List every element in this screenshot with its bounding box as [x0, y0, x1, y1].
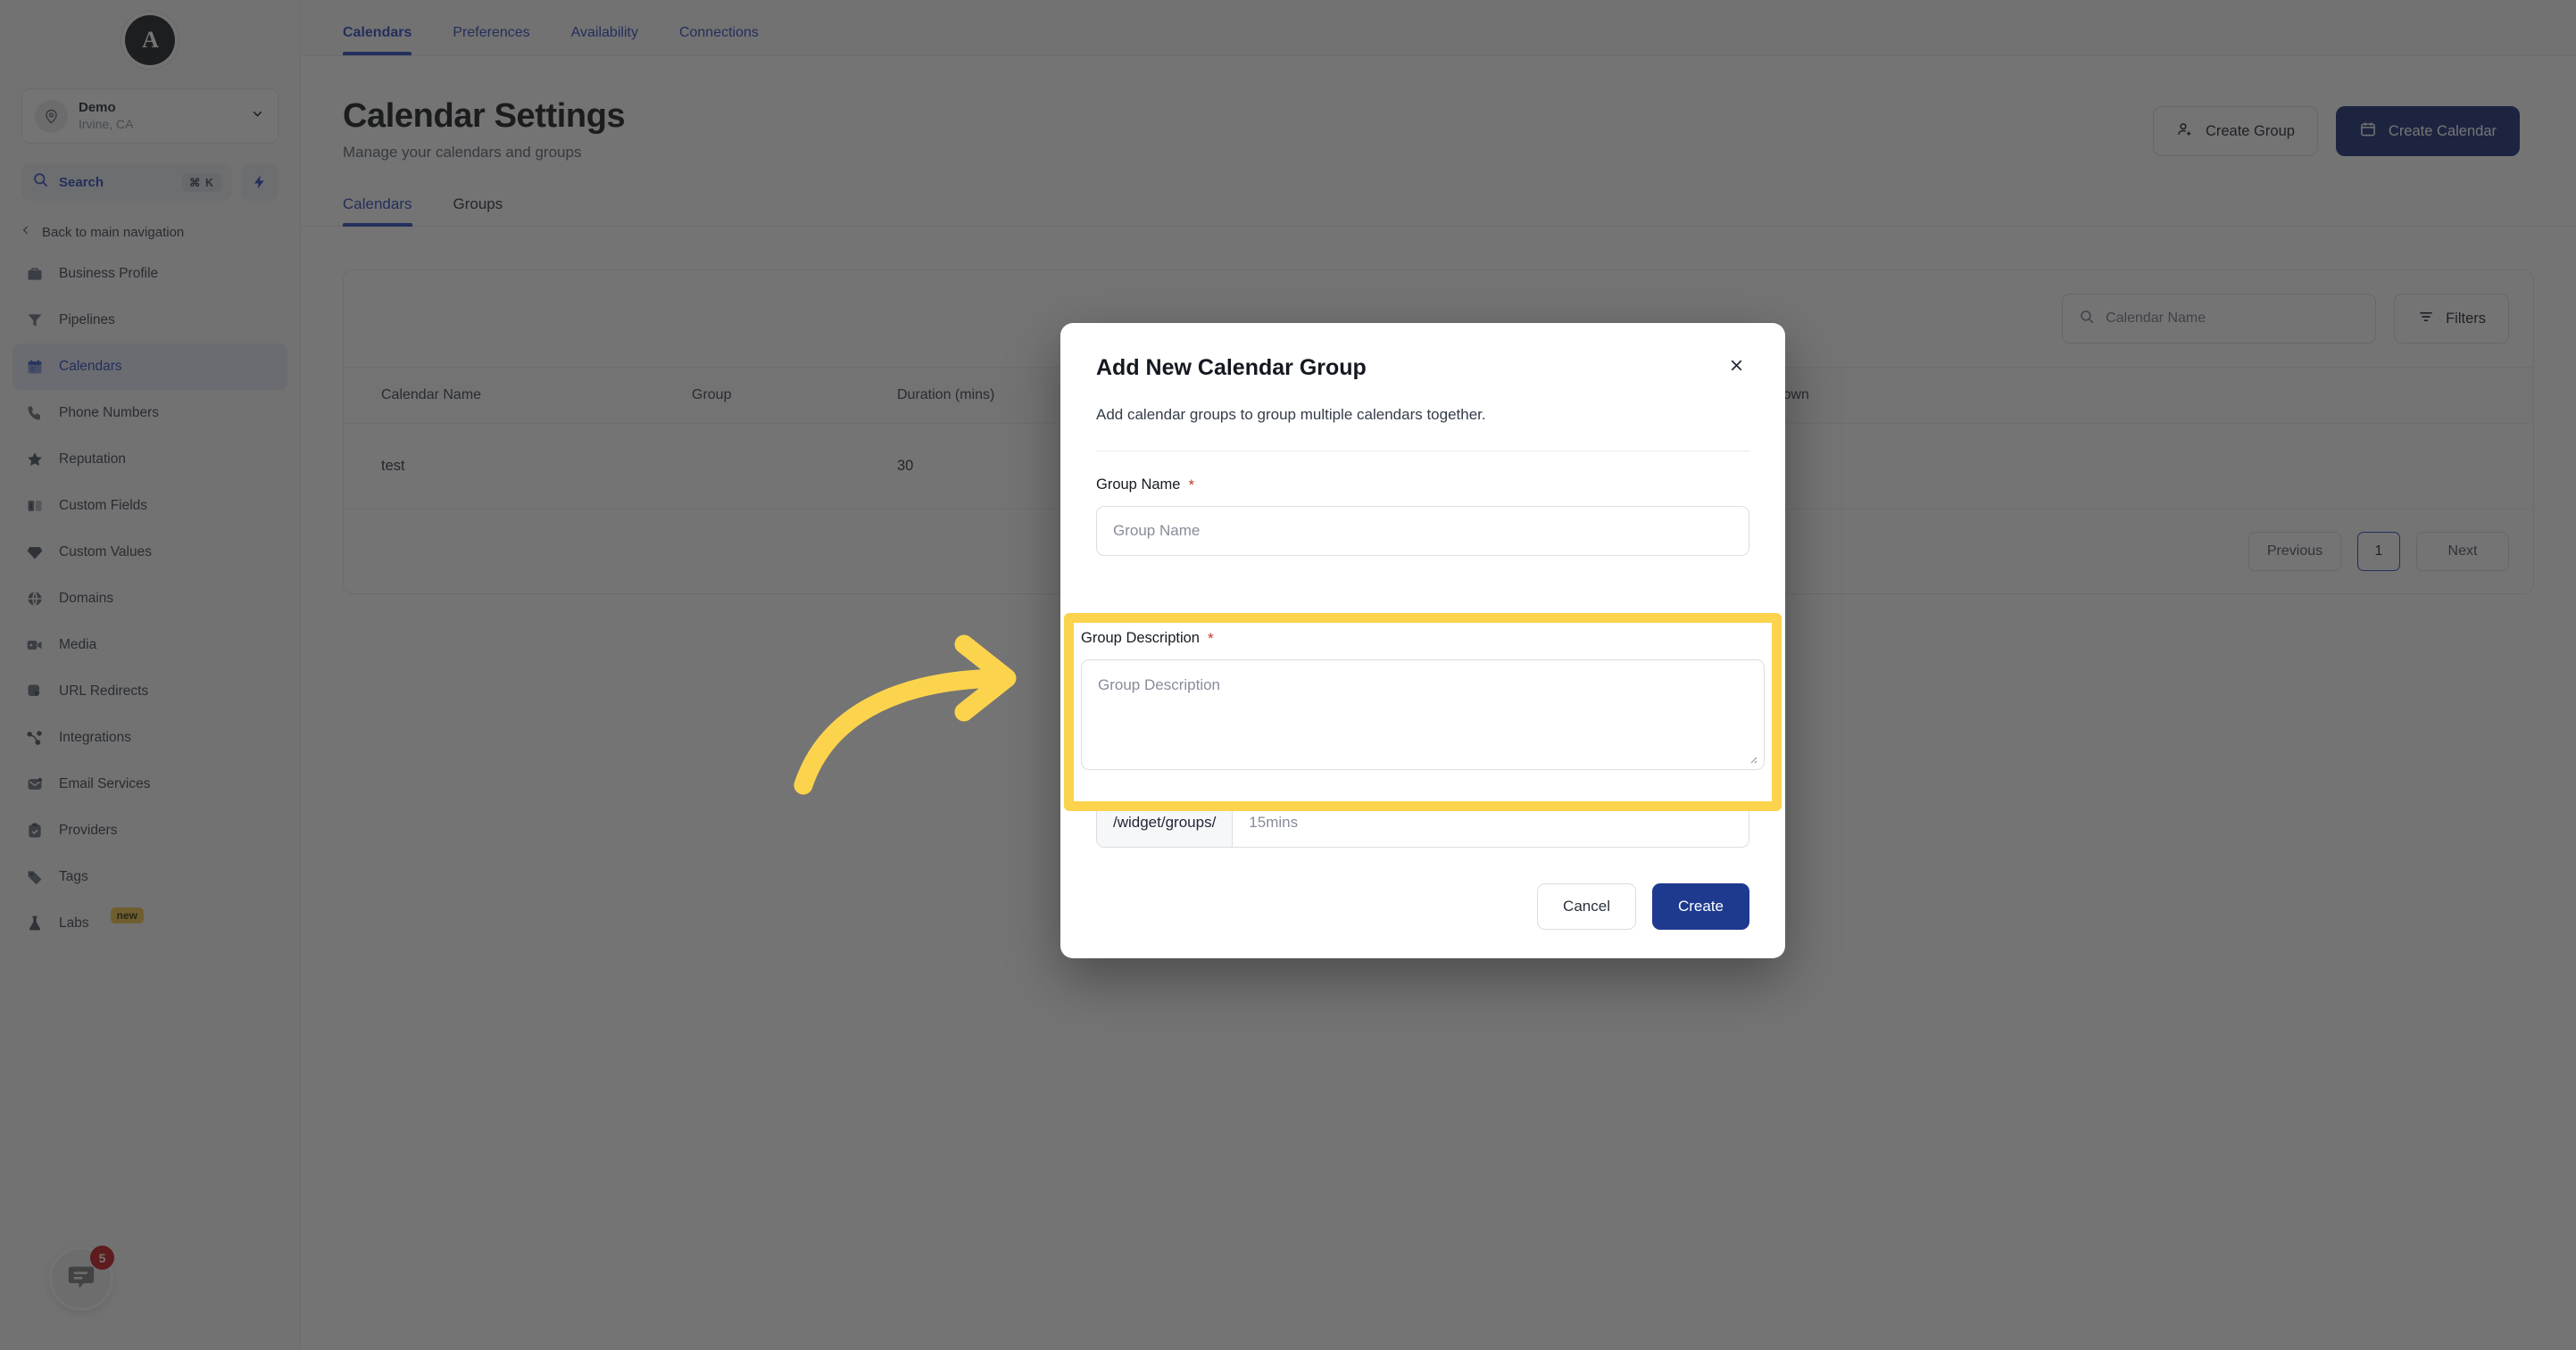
modal-description: Add calendar groups to group multiple ca… [1096, 406, 1749, 424]
group-name-placeholder: Group Name [1113, 522, 1200, 540]
group-name-label: Group Name * [1096, 476, 1749, 493]
group-description-textarea[interactable]: Group Description [1081, 659, 1765, 770]
close-icon[interactable] [1724, 355, 1749, 379]
modal-actions: Cancel Create [1096, 883, 1749, 930]
group-description-placeholder: Group Description [1098, 676, 1220, 693]
required-asterisk: * [1188, 477, 1194, 493]
calendar-url-input[interactable]: 15mins [1233, 799, 1749, 847]
group-name-field: Group Name * Group Name [1096, 476, 1749, 556]
required-asterisk: * [1208, 631, 1214, 646]
resize-grip-icon[interactable] [1747, 753, 1757, 764]
calendar-url-input-group: /widget/groups/ 15mins [1096, 798, 1749, 848]
group-name-input[interactable]: Group Name [1096, 506, 1749, 556]
calendar-url-placeholder: 15mins [1249, 814, 1298, 832]
group-description-field: Group Description * Group Description [1081, 630, 1765, 794]
cancel-button[interactable]: Cancel [1537, 883, 1636, 930]
modal-header: Add New Calendar Group [1096, 355, 1749, 381]
modal-title: Add New Calendar Group [1096, 355, 1367, 381]
annotation-arrow [785, 625, 1044, 803]
calendar-url-prefix: /widget/groups/ [1097, 799, 1233, 847]
create-button[interactable]: Create [1652, 883, 1749, 930]
group-description-label: Group Description * [1081, 630, 1765, 647]
